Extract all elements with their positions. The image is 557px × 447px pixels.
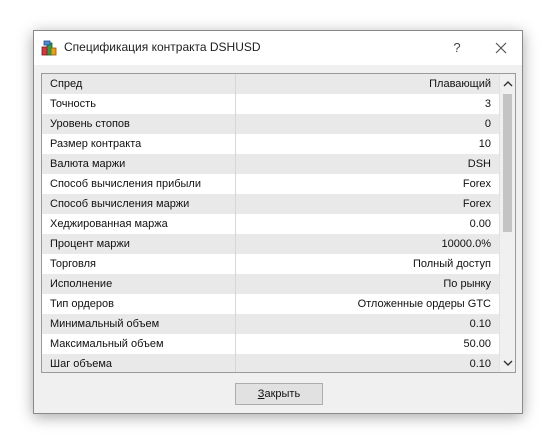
chevron-up-icon[interactable] bbox=[500, 76, 515, 92]
property-value: 0.10 bbox=[469, 358, 491, 370]
property-name: Спред bbox=[42, 74, 236, 94]
property-name: Размер контракта bbox=[42, 134, 236, 154]
table-row[interactable]: Спред Плавающий bbox=[42, 74, 499, 94]
window-title: Спецификация контракта DSHUSD bbox=[64, 40, 261, 54]
chart-bars-icon bbox=[41, 40, 57, 56]
property-value: 10 bbox=[478, 138, 491, 150]
table-row[interactable]: Процент маржи 10000.0% bbox=[42, 234, 499, 254]
property-name: Уровень стопов bbox=[42, 114, 236, 134]
property-name: Хеджированная маржа bbox=[42, 214, 236, 234]
property-value: 0 bbox=[484, 118, 491, 130]
property-value: 0.10 bbox=[469, 318, 491, 330]
vertical-scrollbar[interactable] bbox=[499, 74, 515, 372]
table-row[interactable]: Размер контракта 10 bbox=[42, 134, 499, 154]
property-value: Forex bbox=[462, 178, 491, 190]
property-value: Полный доступ bbox=[412, 258, 491, 270]
property-value: Forex bbox=[462, 198, 491, 210]
title-bar[interactable]: Спецификация контракта DSHUSD ? bbox=[34, 31, 522, 65]
property-value: DSH bbox=[467, 158, 491, 170]
property-name: Способ вычисления прибыли bbox=[42, 174, 236, 194]
contract-spec-dialog: Спецификация контракта DSHUSD ? Спред Пла… bbox=[33, 30, 523, 414]
table-row[interactable]: Тип ордеров Отложенные ордеры GTC bbox=[42, 294, 499, 314]
property-value: Плавающий bbox=[429, 78, 491, 90]
table-row[interactable]: Шаг объема 0.10 bbox=[42, 354, 499, 372]
property-value: По рынку bbox=[443, 278, 491, 290]
property-name: Исполнение bbox=[42, 274, 236, 294]
property-name: Процент маржи bbox=[42, 234, 236, 254]
table-row[interactable]: Хеджированная маржа 0.00 bbox=[42, 214, 499, 234]
property-name: Способ вычисления маржи bbox=[42, 194, 236, 214]
close-button-label: акрыть bbox=[264, 388, 301, 400]
scrollbar-thumb[interactable] bbox=[503, 94, 512, 232]
property-name: Точность bbox=[42, 94, 236, 114]
property-value: Отложенные ордеры GTC bbox=[357, 298, 491, 310]
table-row[interactable]: Максимальный объем 50.00 bbox=[42, 334, 499, 354]
table-row[interactable]: Минимальный объем 0.10 bbox=[42, 314, 499, 334]
table-row[interactable]: Точность 3 bbox=[42, 94, 499, 114]
property-name: Валюта маржи bbox=[42, 154, 236, 174]
chevron-down-icon[interactable] bbox=[500, 355, 515, 371]
table-row[interactable]: Исполнение По рынку bbox=[42, 274, 499, 294]
property-name: Торговля bbox=[42, 254, 236, 274]
property-name: Минимальный объем bbox=[42, 314, 236, 334]
property-name: Шаг объема bbox=[42, 354, 236, 372]
property-name: Тип ордеров bbox=[42, 294, 236, 314]
table-row[interactable]: Способ вычисления прибыли Forex bbox=[42, 174, 499, 194]
table-row[interactable]: Уровень стопов 0 bbox=[42, 114, 499, 134]
property-value: 3 bbox=[484, 98, 491, 110]
property-value: 50.00 bbox=[463, 338, 491, 350]
help-button[interactable]: ? bbox=[442, 37, 472, 59]
close-button[interactable]: Закрыть bbox=[235, 383, 323, 405]
property-value: 10000.0% bbox=[441, 238, 491, 250]
spec-table[interactable]: Спред Плавающий Точность 3 Уровень стопов 0 Ра… bbox=[41, 73, 516, 373]
close-icon[interactable] bbox=[484, 37, 518, 59]
table-row[interactable]: Способ вычисления маржи Forex bbox=[42, 194, 499, 214]
spec-rows: Спред Плавающий Точность 3 Уровень стопов 0 Ра… bbox=[42, 74, 499, 372]
table-row[interactable]: Торговля Полный доступ bbox=[42, 254, 499, 274]
property-value: 0.00 bbox=[469, 218, 491, 230]
table-row[interactable]: Валюта маржи DSH bbox=[42, 154, 499, 174]
property-name: Максимальный объем bbox=[42, 334, 236, 354]
